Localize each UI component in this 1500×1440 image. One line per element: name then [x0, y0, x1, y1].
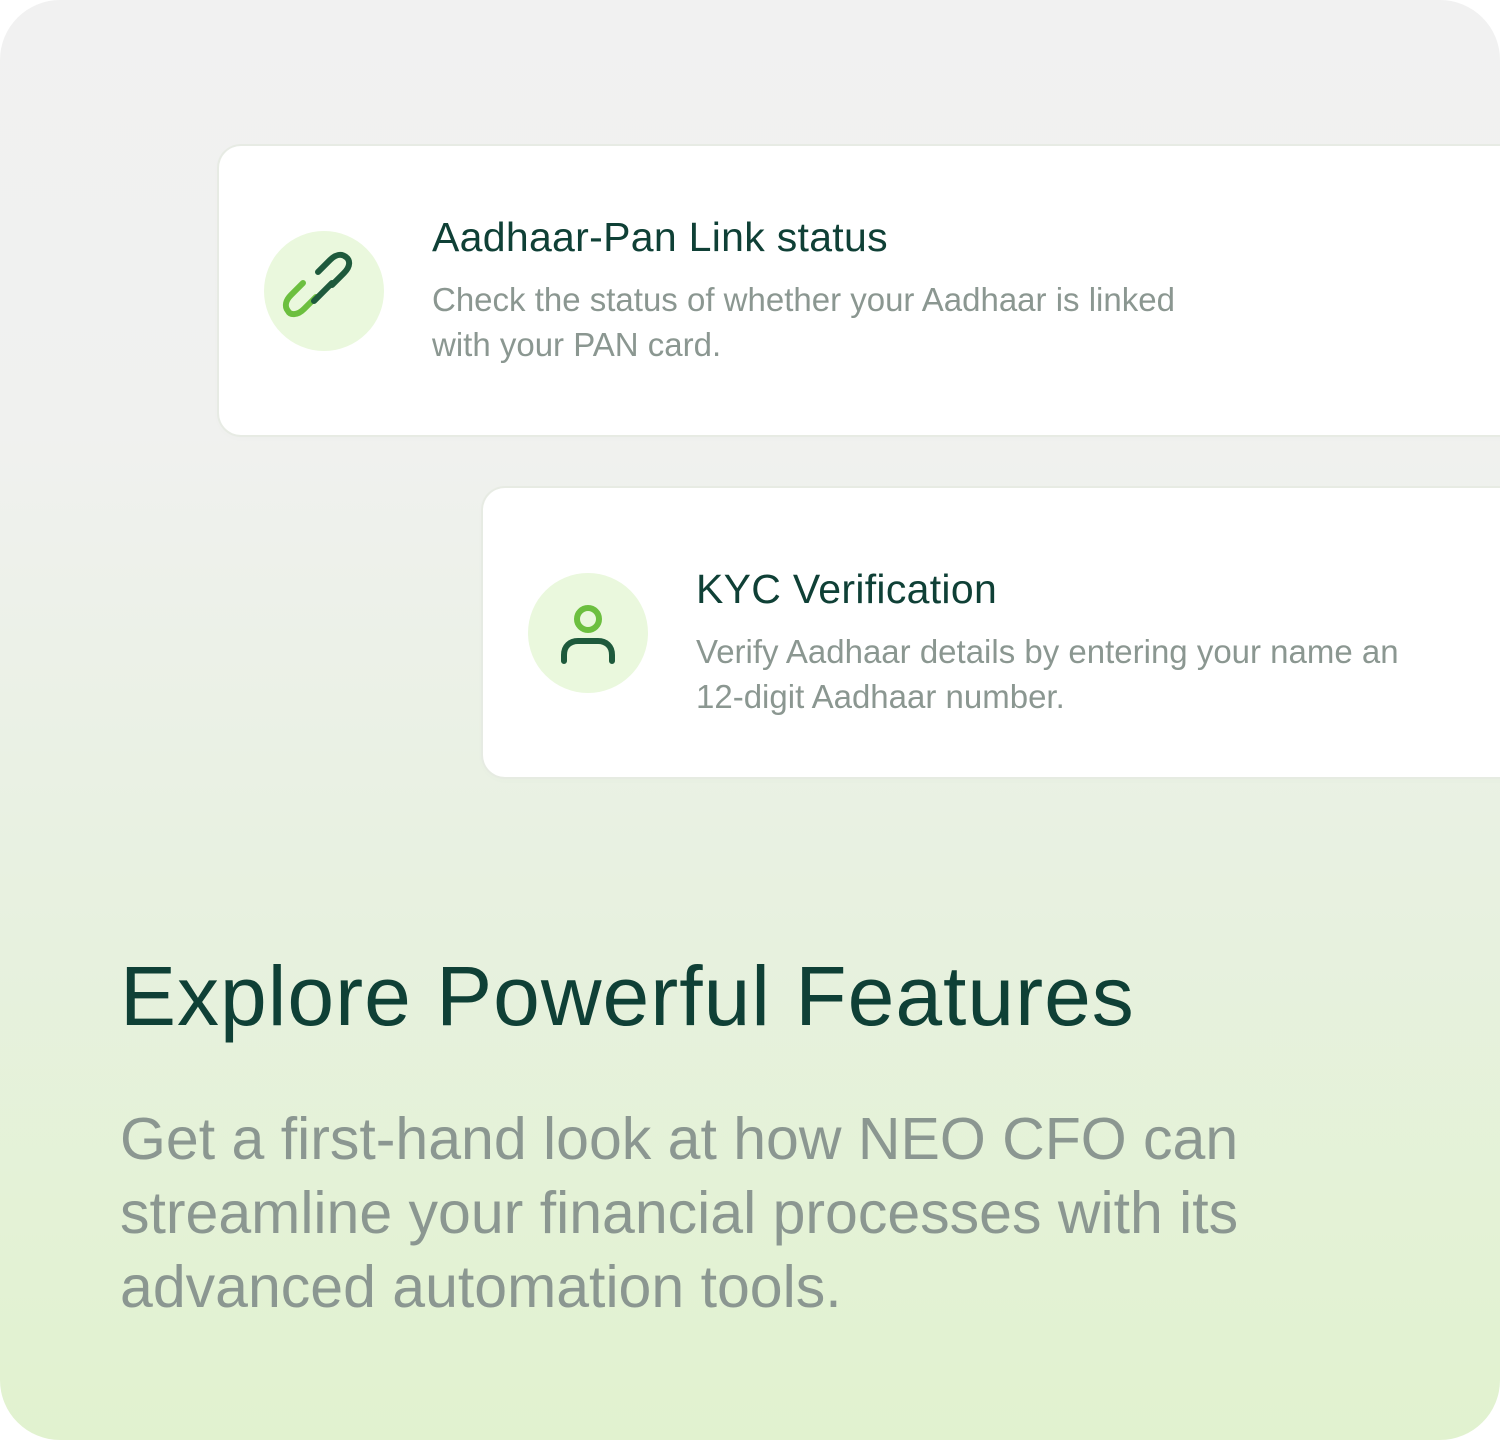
card-description-line: with your PAN card.: [432, 326, 722, 363]
hero-subtitle-line: Get a first-hand look at how NEO CFO can: [120, 1106, 1239, 1172]
card-title: KYC Verification: [696, 566, 998, 612]
link-icon: [282, 251, 353, 318]
card-description-line: 12-digit Aadhaar number.: [696, 678, 1065, 715]
aadhaar-pan-link-card[interactable]: Aadhaar-Pan Link status Check the status…: [219, 146, 1500, 435]
user-icon: [561, 605, 615, 664]
hero-subtitle-line: advanced automation tools.: [120, 1254, 842, 1320]
card-description-line: Verify Aadhaar details by entering your …: [696, 633, 1399, 670]
card-description-line: Check the status of whether your Aadhaar…: [432, 281, 1175, 318]
card-title: Aadhaar-Pan Link status: [432, 214, 888, 260]
features-panel: Aadhaar-Pan Link status Check the status…: [0, 0, 1500, 1440]
hero-subtitle: Get a first-hand look at how NEO CFO can…: [120, 1102, 1380, 1324]
kyc-verification-card[interactable]: KYC Verification Verify Aadhaar details …: [483, 488, 1500, 777]
link-icon-badge: [264, 231, 384, 351]
user-icon-badge: [528, 573, 648, 693]
hero-subtitle-line: streamline your financial processes with…: [120, 1180, 1239, 1246]
card-description: Verify Aadhaar details by entering your …: [696, 629, 1399, 719]
hero-title: Explore Powerful Features: [120, 949, 1135, 1043]
card-description: Check the status of whether your Aadhaar…: [432, 277, 1175, 367]
